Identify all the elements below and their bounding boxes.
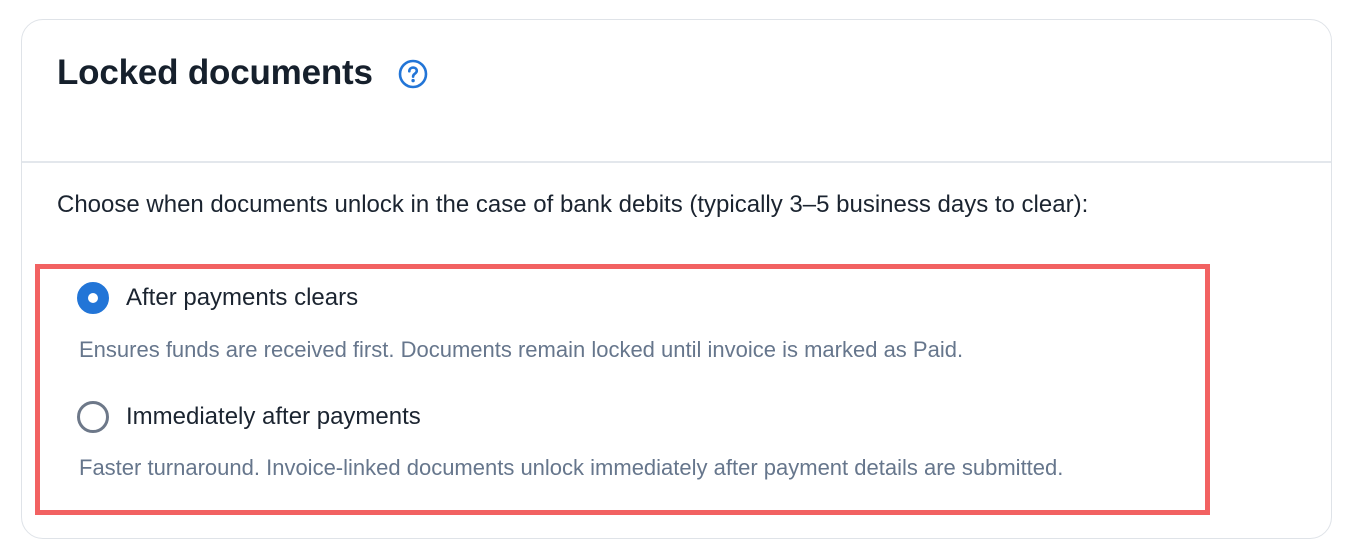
question-circle-icon[interactable] <box>397 58 429 90</box>
intro-text: Choose when documents unlock in the case… <box>57 191 1089 218</box>
option-after-payment-clears[interactable]: After payments clears <box>77 282 358 314</box>
option-immediately-after-payment[interactable]: Immediately after payments <box>77 401 421 433</box>
page-title: Locked documents <box>57 53 373 92</box>
radio-unchecked[interactable] <box>77 401 109 433</box>
option-label: After payments clears <box>126 284 359 311</box>
option-description: Faster turnaround. Invoice-linked docume… <box>79 455 1064 480</box>
option-label: Immediately after payments <box>126 403 421 430</box>
radio-checked[interactable] <box>77 282 109 314</box>
option-description: Ensures funds are received first. Docume… <box>79 337 964 362</box>
